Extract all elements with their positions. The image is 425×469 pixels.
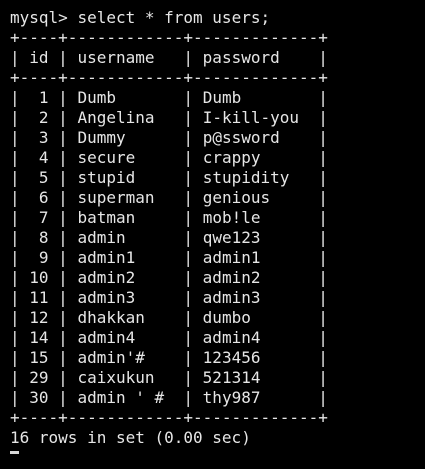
table-row: | 9 | admin1 | admin1 | xyxy=(10,248,328,267)
cell-username: secure xyxy=(77,148,136,167)
cell-username: superman xyxy=(77,188,155,207)
table-body: | 1 | Dumb | Dumb | | 2 | Angelina | I-ki… xyxy=(10,88,425,408)
header-password: password xyxy=(202,48,280,67)
cell-username: caixukun xyxy=(77,368,155,387)
table-row: | 7 | batman | mob!le | xyxy=(10,208,328,227)
cell-id: 3 xyxy=(38,128,49,147)
header-id: id xyxy=(29,48,49,67)
cell-id: 1 xyxy=(38,88,49,107)
cell-id: 10 xyxy=(29,268,49,287)
cell-password: thy987 xyxy=(202,388,261,407)
table-row: | 29 | caixukun | 521314 | xyxy=(10,368,328,387)
cell-id: 30 xyxy=(29,388,49,407)
cell-id: 4 xyxy=(38,148,49,167)
cell-id: 15 xyxy=(29,348,49,367)
cell-id: 29 xyxy=(29,368,49,387)
cell-username: admin4 xyxy=(77,328,136,347)
cell-username: admin3 xyxy=(77,288,136,307)
header-username: username xyxy=(77,48,155,67)
cell-id: 8 xyxy=(38,228,49,247)
table-border-bottom: +----+------------+-------------+ xyxy=(10,408,328,427)
table-row: | 11 | admin3 | admin3 | xyxy=(10,288,328,307)
table-row: | 5 | stupid | stupidity | xyxy=(10,168,328,187)
table-row: | 10 | admin2 | admin2 | xyxy=(10,268,328,287)
cell-password: dumbo xyxy=(202,308,251,327)
cell-username: admin1 xyxy=(77,248,136,267)
table-row: | 14 | admin4 | admin4 | xyxy=(10,328,328,347)
terminal-window[interactable]: mysql> select * from users; +----+------… xyxy=(0,0,425,469)
prompt-line xyxy=(10,448,425,468)
cell-password: p@ssword xyxy=(202,128,280,147)
text-cursor xyxy=(10,451,19,454)
cell-id: 14 xyxy=(29,328,49,347)
result-summary: 16 rows in set (0.00 sec) xyxy=(10,428,251,447)
table-row: | 12 | dhakkan | dumbo | xyxy=(10,308,328,327)
cell-id: 6 xyxy=(38,188,49,207)
cell-id: 5 xyxy=(38,168,49,187)
table-row: | 30 | admin ' # | thy987 | xyxy=(10,388,328,407)
cell-password: I-kill-you xyxy=(202,108,300,127)
table-row: | 8 | admin | qwe123 | xyxy=(10,228,328,247)
cell-password: 521314 xyxy=(202,368,261,387)
cell-username: admin'# xyxy=(77,348,145,367)
cell-id: 12 xyxy=(29,308,49,327)
cell-username: batman xyxy=(77,208,136,227)
cell-username: dhakkan xyxy=(77,308,145,327)
cell-password: admin3 xyxy=(202,288,261,307)
command-line: mysql> select * from users; xyxy=(10,8,425,28)
table-border-header: +----+------------+-------------+ xyxy=(10,68,328,87)
mysql-prompt: mysql> xyxy=(10,8,78,27)
table-row: | 6 | superman | genious | xyxy=(10,188,328,207)
cell-password: admin4 xyxy=(202,328,261,347)
cell-username: admin ' # xyxy=(77,388,165,407)
cell-username: Dumb xyxy=(77,88,116,107)
cell-password: genious xyxy=(202,188,271,207)
cell-username: stupid xyxy=(77,168,136,187)
cell-password: mob!le xyxy=(202,208,261,227)
sql-command: select * from users; xyxy=(77,8,271,27)
cell-password: 123456 xyxy=(202,348,261,367)
cell-password: stupidity xyxy=(202,168,290,187)
cell-password: admin2 xyxy=(202,268,261,287)
cell-id: 11 xyxy=(29,288,49,307)
table-row: | 2 | Angelina | I-kill-you | xyxy=(10,108,328,127)
table-border-top: +----+------------+-------------+ xyxy=(10,28,328,47)
cell-username: Dummy xyxy=(77,128,126,147)
cell-username: admin2 xyxy=(77,268,136,287)
table-row: | 15 | admin'# | 123456 | xyxy=(10,348,328,367)
cell-password: crappy xyxy=(202,148,261,167)
cell-password: admin1 xyxy=(202,248,261,267)
cell-password: qwe123 xyxy=(202,228,261,247)
cell-id: 7 xyxy=(38,208,49,227)
table-row: | 1 | Dumb | Dumb | xyxy=(10,88,328,107)
cell-id: 9 xyxy=(38,248,49,267)
cell-id: 2 xyxy=(38,108,49,127)
cell-password: Dumb xyxy=(202,88,242,107)
table-header-row: | id | username | password | xyxy=(10,48,328,67)
cell-username: Angelina xyxy=(77,108,155,127)
table-row: | 4 | secure | crappy | xyxy=(10,148,328,167)
cell-username: admin xyxy=(77,228,126,247)
table-row: | 3 | Dummy | p@ssword | xyxy=(10,128,328,147)
